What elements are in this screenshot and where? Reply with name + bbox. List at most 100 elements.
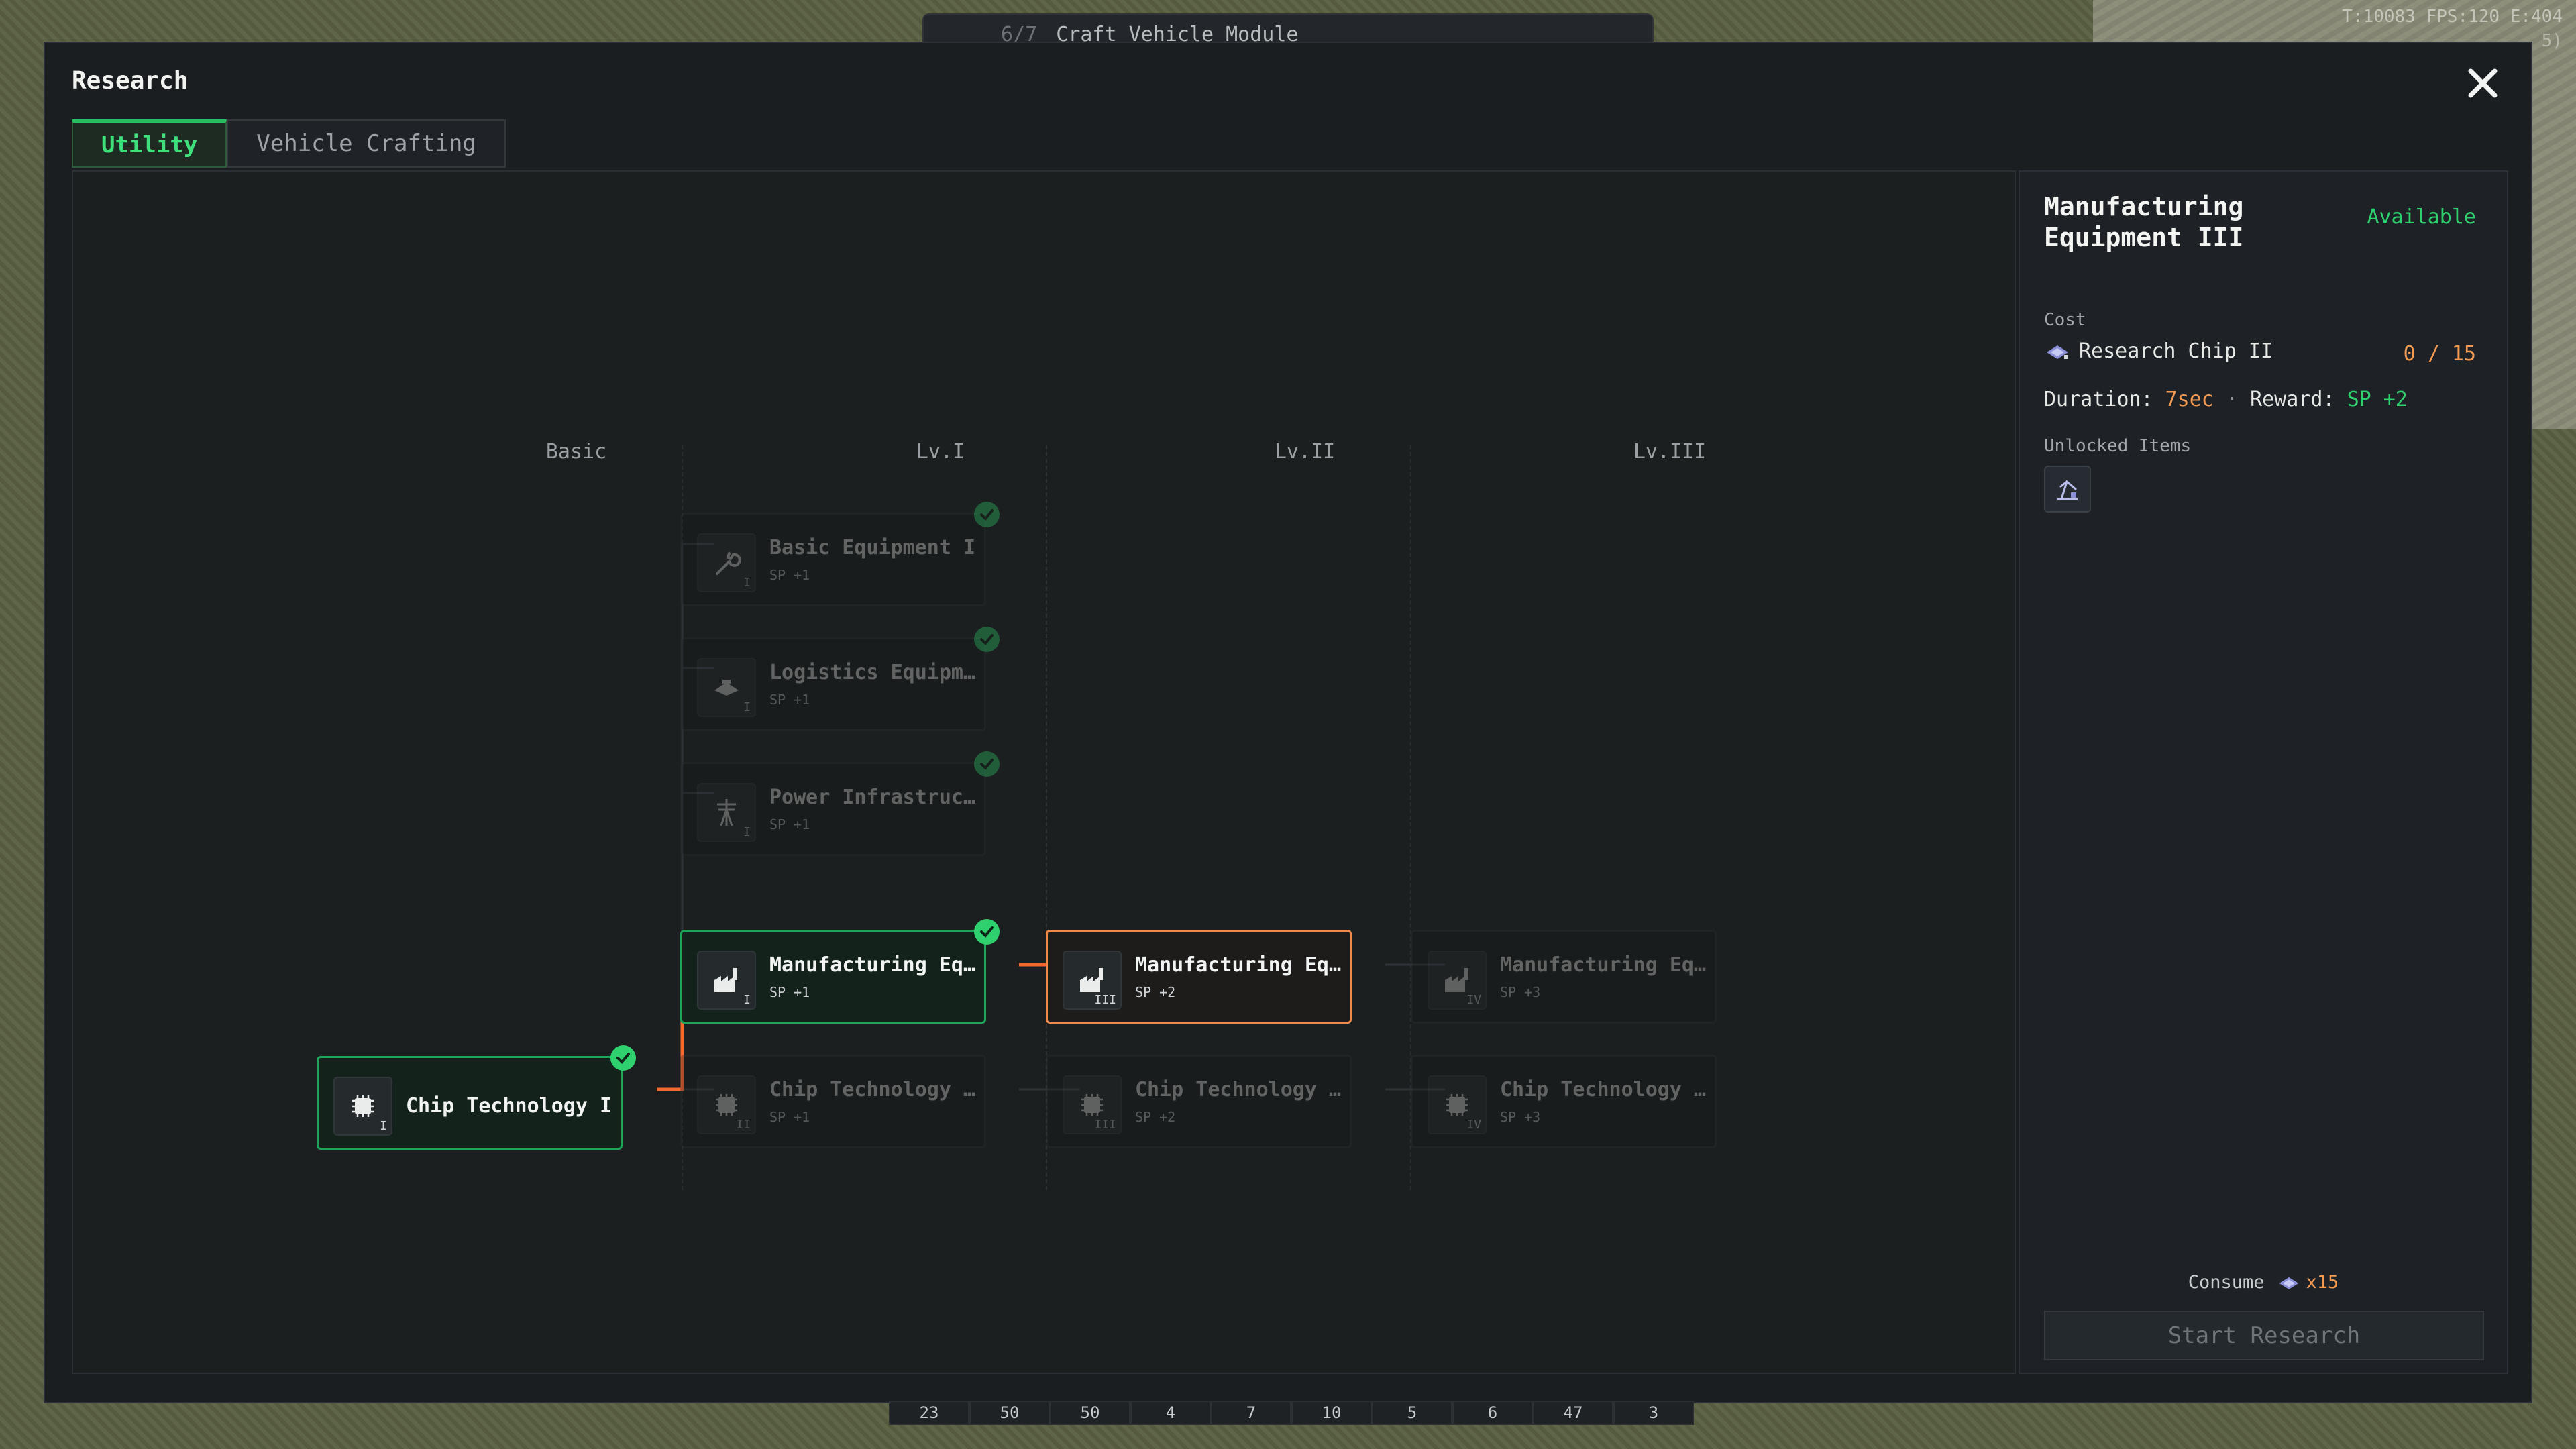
node-sp-reward: SP +1: [769, 692, 810, 708]
research-node-logi1[interactable]: I Logistics Equipme… SP +1: [680, 637, 986, 731]
close-icon: [2468, 68, 2498, 98]
window-title: Research: [72, 67, 189, 95]
node-name: Manufacturing Equ…: [769, 953, 977, 977]
node-tier: III: [1094, 993, 1116, 1007]
hotbar-slot[interactable]: 23: [889, 1401, 969, 1425]
duration-reward-row: Duration: 7sec · Reward: SP +2: [2044, 388, 2408, 411]
duration-label: Duration:: [2044, 388, 2153, 411]
cost-label: Cost: [2044, 310, 2086, 330]
node-name: Chip Technology II: [769, 1078, 977, 1102]
node-icon-frame: I: [697, 658, 756, 717]
hotbar: 23 50 50 4 7 10 5 6 47 3: [889, 1401, 1694, 1425]
node-icon-frame: III: [1063, 951, 1122, 1010]
research-node-basic-eq1[interactable]: I Basic Equipment I SP +1: [680, 513, 986, 606]
pylon-icon: [717, 799, 736, 826]
research-node-chip4[interactable]: IV Chip Technology IV SP +3: [1411, 1055, 1717, 1148]
node-tier: I: [743, 576, 751, 590]
research-tree: Basic Lv.I Lv.II Lv.III I Chip Technology…: [72, 170, 2016, 1374]
node-tier: I: [743, 993, 751, 1007]
node-sp-reward: SP +1: [769, 1109, 810, 1125]
factory-icon: [1080, 968, 1103, 992]
drone-icon: [714, 680, 739, 696]
consume-quantity: x15: [2306, 1272, 2339, 1293]
research-node-manu1[interactable]: I Manufacturing Equ… SP +1: [680, 930, 986, 1024]
hotbar-slot[interactable]: 7: [1211, 1401, 1291, 1425]
node-name: Chip Technology IV: [1500, 1078, 1708, 1102]
research-node-manu3[interactable]: IV Manufacturing Equ… SP +3: [1411, 930, 1717, 1024]
unlocked-items-label: Unlocked Items: [2044, 436, 2192, 456]
research-node-manu2[interactable]: III Manufacturing Equ… SP +2: [1046, 930, 1352, 1024]
hotbar-slot[interactable]: 5: [1372, 1401, 1452, 1425]
research-node-chip1[interactable]: I Chip Technology I: [317, 1056, 623, 1150]
tab-utility[interactable]: Utility: [72, 119, 227, 168]
node-icon-frame: IV: [1428, 1075, 1487, 1134]
consume-label: Consume: [2188, 1272, 2265, 1293]
research-node-chip2[interactable]: II Chip Technology II SP +1: [680, 1055, 986, 1148]
tab-bar: Utility Vehicle Crafting: [72, 119, 506, 168]
hotbar-slot[interactable]: 10: [1291, 1401, 1372, 1425]
reward-label: Reward:: [2250, 388, 2335, 411]
node-name: Basic Equipment I: [769, 536, 976, 559]
node-tier: II: [736, 1118, 751, 1132]
research-window: Research Utility Vehicle Crafting Basic …: [44, 42, 2532, 1403]
completed-check-icon: [974, 751, 1000, 777]
node-tier: I: [743, 825, 751, 839]
node-sp-reward: SP +2: [1135, 1109, 1176, 1125]
hotbar-slot[interactable]: 50: [969, 1401, 1050, 1425]
research-node-chip3[interactable]: III Chip Technology I… SP +2: [1046, 1055, 1352, 1148]
cost-row: Research Chip II: [2044, 339, 2273, 363]
start-research-button[interactable]: Start Research: [2044, 1311, 2484, 1360]
node-sp-reward: SP +1: [769, 816, 810, 833]
unlocked-item-slot[interactable]: [2044, 466, 2091, 513]
wrench-icon: [716, 552, 741, 575]
node-name: Manufacturing Equ…: [1135, 953, 1343, 977]
separator-dot: ·: [2225, 388, 2238, 411]
crane-icon: [2057, 480, 2078, 500]
detail-status-badge: Available: [2367, 205, 2476, 229]
node-icon-frame: I: [333, 1077, 392, 1136]
hotbar-slot[interactable]: 4: [1130, 1401, 1211, 1425]
chip-icon: [716, 1094, 737, 1116]
node-sp-reward: SP +1: [769, 984, 810, 1000]
completed-check-icon: [974, 919, 1000, 945]
reward-value: SP +2: [2347, 388, 2408, 411]
research-node-power1[interactable]: I Power Infrastruct… SP +1: [680, 762, 986, 856]
hotbar-slot[interactable]: 50: [1050, 1401, 1130, 1425]
node-tier: IV: [1466, 993, 1481, 1007]
node-sp-reward: SP +1: [769, 567, 810, 583]
node-name: Manufacturing Equ…: [1500, 953, 1708, 977]
tab-vehicle-crafting[interactable]: Vehicle Crafting: [227, 119, 506, 168]
research-chip-icon: [2047, 345, 2068, 359]
chip-icon: [352, 1095, 374, 1117]
node-sp-reward: SP +3: [1500, 1109, 1541, 1125]
cost-value: 0 / 15: [2403, 342, 2476, 366]
chip-icon: [1446, 1094, 1468, 1116]
debug-stats-sub: 5): [2541, 31, 2563, 51]
node-icon-frame: I: [697, 783, 756, 842]
completed-check-icon: [974, 627, 1000, 652]
factory-icon: [1445, 968, 1468, 992]
completed-check-icon: [974, 502, 1000, 527]
node-tier: I: [380, 1119, 387, 1133]
factory-icon: [714, 968, 737, 992]
hotbar-slot[interactable]: 47: [1533, 1401, 1613, 1425]
node-icon-frame: I: [697, 951, 756, 1010]
node-tier: IV: [1466, 1118, 1481, 1132]
node-name: Chip Technology I: [406, 1094, 612, 1118]
completed-check-icon: [610, 1045, 636, 1071]
debug-stats: T:10083 FPS:120 E:404: [2342, 7, 2563, 27]
node-sp-reward: SP +2: [1135, 984, 1176, 1000]
close-button[interactable]: [2463, 63, 2503, 103]
hotbar-slot[interactable]: 3: [1613, 1401, 1694, 1425]
research-chip-icon: [2279, 1277, 2298, 1289]
hotbar-slot[interactable]: 6: [1452, 1401, 1533, 1425]
node-name: Chip Technology I…: [1135, 1078, 1343, 1102]
detail-title: Manufacturing Equipment III: [2044, 192, 2244, 252]
chip-icon: [1081, 1094, 1103, 1116]
duration-value: 7sec: [2165, 388, 2214, 411]
node-icon-frame: IV: [1428, 951, 1487, 1010]
node-sp-reward: SP +3: [1500, 984, 1541, 1000]
node-tier: I: [743, 700, 751, 714]
cost-item-name: Research Chip II: [2079, 339, 2273, 363]
node-name: Logistics Equipme…: [769, 661, 977, 684]
